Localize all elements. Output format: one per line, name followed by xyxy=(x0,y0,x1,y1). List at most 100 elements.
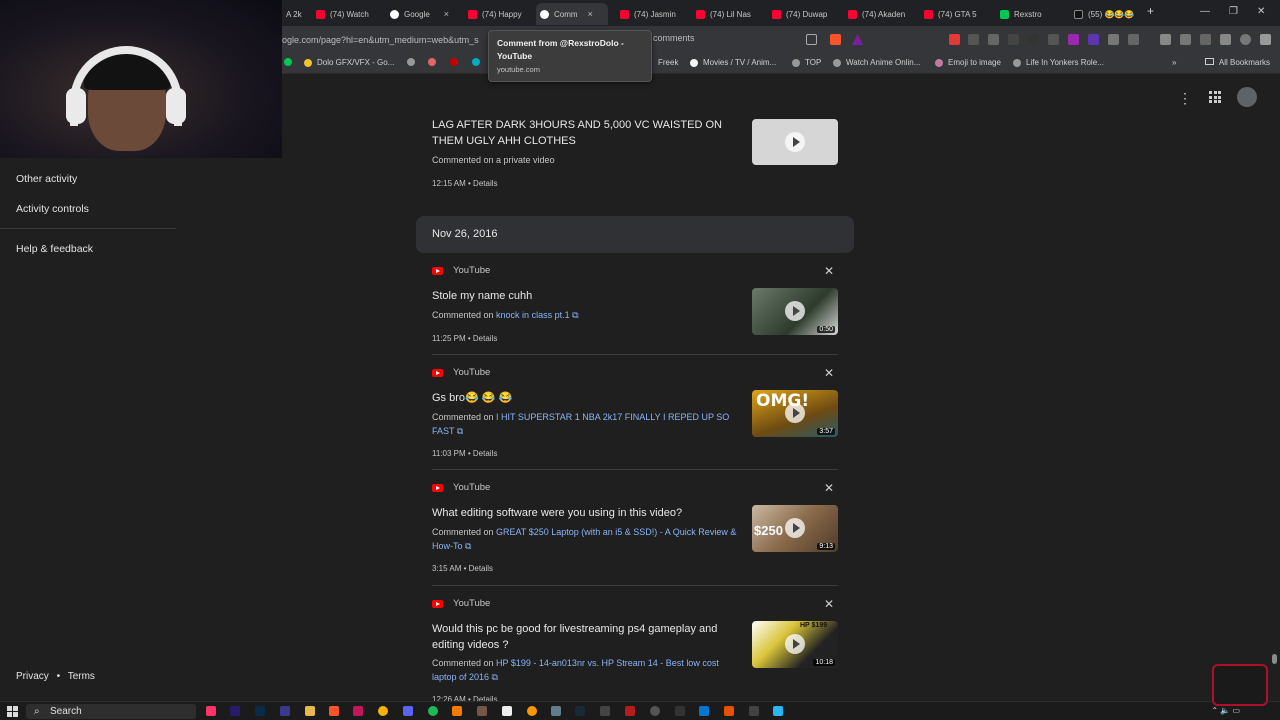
sidebar-item-help-feedback[interactable]: Help & feedback xyxy=(16,243,93,255)
video-thumbnail[interactable]: HP $199 10:18 xyxy=(752,621,838,668)
app-icon[interactable] xyxy=(477,706,487,716)
close-tab-icon[interactable]: × xyxy=(444,9,449,19)
video-thumbnail[interactable]: OMG! 3:57 xyxy=(752,390,838,437)
bookmark-item[interactable]: Watch Anime Onlin... xyxy=(833,58,920,67)
browser-tab[interactable]: (74) Duwap xyxy=(768,3,832,25)
puzzle-icon[interactable] xyxy=(1108,34,1119,45)
file-explorer-icon[interactable] xyxy=(305,706,315,716)
leo-ai-icon[interactable] xyxy=(1220,34,1231,45)
extension-icon[interactable] xyxy=(1088,34,1099,45)
extension-icon[interactable] xyxy=(1068,34,1079,45)
extension-icon[interactable] xyxy=(1008,34,1019,45)
bookmark-icon[interactable] xyxy=(428,58,441,66)
video-link[interactable]: knock in class pt.1 ⧉ xyxy=(496,310,578,320)
browser-tab[interactable]: (74) Lil Nas xyxy=(692,3,756,25)
delete-activity-icon[interactable]: ✕ xyxy=(824,597,834,611)
app-icon[interactable] xyxy=(650,706,660,716)
extension-icon[interactable] xyxy=(988,34,999,45)
app-icon[interactable] xyxy=(452,706,462,716)
app-icon[interactable] xyxy=(773,706,783,716)
video-thumbnail[interactable]: $250 9:13 xyxy=(752,505,838,552)
bookmark-icon[interactable] xyxy=(472,58,485,66)
media-icon[interactable] xyxy=(1160,34,1171,45)
app-icon[interactable] xyxy=(551,706,561,716)
bookmark-item[interactable]: Movies / TV / Anim... xyxy=(690,58,776,67)
tab-search-icon[interactable] xyxy=(1200,34,1211,45)
new-tab-button[interactable]: + xyxy=(1147,4,1154,18)
scrollbar-thumb[interactable] xyxy=(1272,654,1277,664)
sidebar-item-other-activity[interactable]: Other activity xyxy=(16,173,77,185)
restore-button[interactable]: ❐ xyxy=(1229,6,1238,17)
app-icon[interactable] xyxy=(749,706,759,716)
app-icon[interactable] xyxy=(600,706,610,716)
extension-icon[interactable] xyxy=(949,34,960,45)
brave-taskbar-icon[interactable] xyxy=(329,706,339,716)
system-tray[interactable]: ⌃ 🔈 ▭ xyxy=(1211,706,1240,715)
comment-time-details[interactable]: 12:15 AM • Details xyxy=(432,179,498,188)
comment-time-details[interactable]: 11:25 PM • Details xyxy=(432,334,497,343)
sidebar-item-activity-controls[interactable]: Activity controls xyxy=(16,203,89,215)
video-thumbnail[interactable]: 0:50 xyxy=(752,288,838,335)
windows-start-icon[interactable] xyxy=(7,706,18,717)
app-icon[interactable] xyxy=(625,706,635,716)
all-bookmarks-button[interactable]: All Bookmarks xyxy=(1204,58,1270,67)
sidebar-icon[interactable] xyxy=(1180,34,1191,45)
more-options-icon[interactable]: ⋮ xyxy=(1178,90,1192,107)
minimize-button[interactable]: — xyxy=(1200,6,1210,17)
browser-tab-active[interactable]: Comm × xyxy=(536,3,608,25)
extension-icon[interactable] xyxy=(1128,34,1139,45)
bookmark-item[interactable]: Dolo GFX/VFX - Go... xyxy=(304,58,394,67)
browser-tab[interactable]: (74) Happy xyxy=(464,3,526,25)
browser-tab[interactable]: (74) Watch xyxy=(312,3,374,25)
brave-icon[interactable] xyxy=(830,34,841,45)
bookmark-icon[interactable] xyxy=(407,58,420,66)
app-icon[interactable] xyxy=(378,706,388,716)
avatar[interactable] xyxy=(1237,87,1257,107)
browser-tab[interactable]: Google × xyxy=(386,3,456,25)
app-icon[interactable] xyxy=(724,706,734,716)
bookmark-item[interactable]: Emoji to image xyxy=(935,58,1001,67)
bookmarks-overflow-button[interactable]: » xyxy=(1172,58,1176,67)
browser-tab[interactable]: (74) Jasmin xyxy=(616,3,680,25)
delete-activity-icon[interactable]: ✕ xyxy=(824,264,834,278)
photoshop-icon[interactable] xyxy=(255,706,265,716)
delete-activity-icon[interactable]: ✕ xyxy=(824,481,834,495)
app-icon[interactable] xyxy=(353,706,363,716)
extension-icon[interactable] xyxy=(1048,34,1059,45)
menu-icon[interactable] xyxy=(1260,34,1271,45)
browser-tab[interactable]: A 2k xyxy=(282,3,304,25)
app-icon[interactable] xyxy=(699,706,709,716)
terms-link[interactable]: Terms xyxy=(68,671,95,682)
notepad-icon[interactable] xyxy=(502,706,512,716)
share-icon[interactable] xyxy=(806,34,817,45)
close-tab-icon[interactable]: × xyxy=(588,9,593,19)
taskbar-search[interactable]: ⌕ Search xyxy=(26,704,196,719)
browser-tab[interactable]: Rexstro xyxy=(996,3,1056,25)
indesign-icon[interactable] xyxy=(206,706,216,716)
privacy-link[interactable]: Privacy xyxy=(16,671,49,682)
discord-icon[interactable] xyxy=(403,706,413,716)
app-icon[interactable] xyxy=(280,706,290,716)
browser-tab[interactable]: (74) GTA 5 xyxy=(920,3,982,25)
bookmark-item[interactable]: Freek xyxy=(658,58,678,67)
browser-tab[interactable]: (74) Akaden xyxy=(844,3,908,25)
steam-icon[interactable] xyxy=(575,706,585,716)
video-thumbnail[interactable] xyxy=(752,119,838,165)
premiere-icon[interactable] xyxy=(230,706,240,716)
extension-icon[interactable] xyxy=(968,34,979,45)
bookmark-item[interactable]: TOP xyxy=(792,58,821,67)
bookmark-icon[interactable] xyxy=(450,58,463,66)
comment-time-details[interactable]: 11:03 PM • Details xyxy=(432,449,497,458)
vpn-icon[interactable] xyxy=(1240,34,1251,45)
bookmark-icon[interactable] xyxy=(284,58,297,66)
app-icon[interactable] xyxy=(527,706,537,716)
close-window-button[interactable]: ✕ xyxy=(1257,6,1265,17)
comment-time-details[interactable]: 3:15 AM • Details xyxy=(432,564,493,573)
browser-tab[interactable]: (55) 😂😂😂 xyxy=(1070,3,1136,25)
google-apps-icon[interactable] xyxy=(1209,91,1221,103)
bookmark-item[interactable]: Life In Yonkers Role... xyxy=(1013,58,1104,67)
delete-activity-icon[interactable]: ✕ xyxy=(824,366,834,380)
spotify-icon[interactable] xyxy=(428,706,438,716)
capcut-icon[interactable] xyxy=(675,706,685,716)
extension-icon[interactable] xyxy=(1028,34,1039,45)
